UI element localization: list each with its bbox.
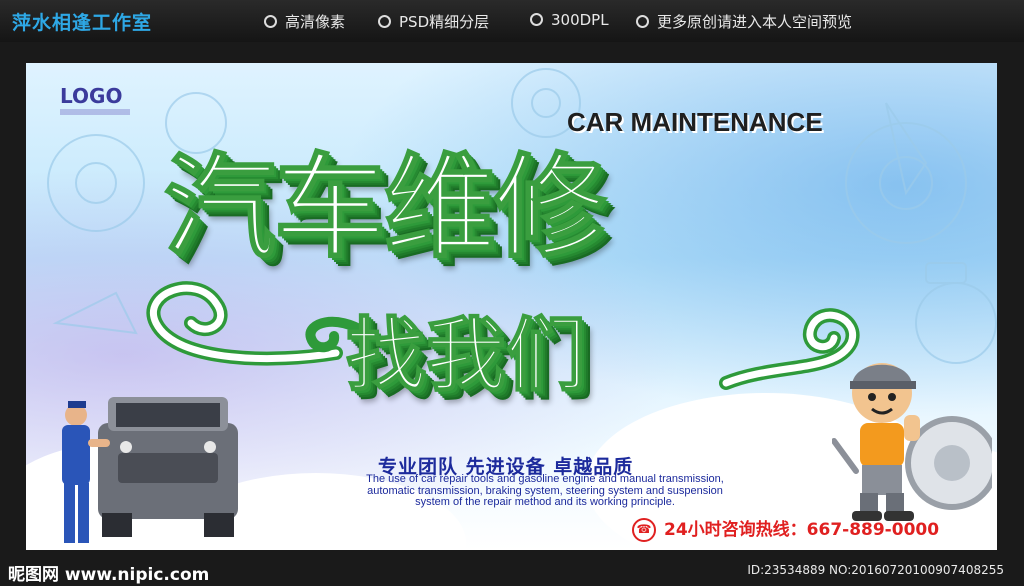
studio-name: 萍水相逢工作室 xyxy=(12,12,153,34)
mechanic-with-car-icon xyxy=(62,397,238,543)
bullet-icon xyxy=(264,15,277,28)
english-title: CAR MAINTENANCE xyxy=(567,107,823,137)
bullet-icon xyxy=(378,15,391,28)
poster: LOGO CAR MAINTENANCE 汽车维修 找我们 专业团队 先进设备 … xyxy=(26,63,997,550)
feature-item: PSD精细分层 xyxy=(378,11,489,32)
title-line-1: 汽车维修 xyxy=(163,142,607,274)
phone-icon: ☎ xyxy=(632,518,656,542)
watermark-footer: 昵图网 www.nipic.com ID:23534889 NO:2016072… xyxy=(0,556,1024,586)
hotline-text: 24小时咨询热线：667-889-0000 xyxy=(664,520,940,540)
watermark-id: ID:23534889 NO:20160720100907408255 xyxy=(747,563,1004,577)
watermark-site: 昵图网 www.nipic.com xyxy=(8,565,210,585)
bullet-icon xyxy=(530,13,543,26)
cartoon-mechanic-icon xyxy=(832,363,992,521)
top-banner: 萍水相逢工作室 高清像素 PSD精细分层 300DPL 更多原创请进入本人空间预… xyxy=(0,0,1024,42)
hotline: ☎ 24小时咨询热线：667-889-0000 xyxy=(632,515,939,542)
title-line-2: 找我们 xyxy=(345,308,587,403)
feature-item: 更多原创请进入本人空间预览 xyxy=(636,11,852,32)
feature-label: 更多原创请进入本人空间预览 xyxy=(657,13,853,31)
logo: LOGO xyxy=(60,84,123,108)
feature-label: 300DPL xyxy=(551,11,609,29)
feature-item: 高清像素 xyxy=(264,11,345,32)
logo-tagline-bar xyxy=(60,109,130,115)
feature-label: 高清像素 xyxy=(285,13,346,31)
feature-label: PSD精细分层 xyxy=(399,13,490,31)
description-text: The use of car repair tools and gasoline… xyxy=(366,473,724,508)
bullet-icon xyxy=(636,15,649,28)
feature-item: 300DPL xyxy=(530,11,609,29)
